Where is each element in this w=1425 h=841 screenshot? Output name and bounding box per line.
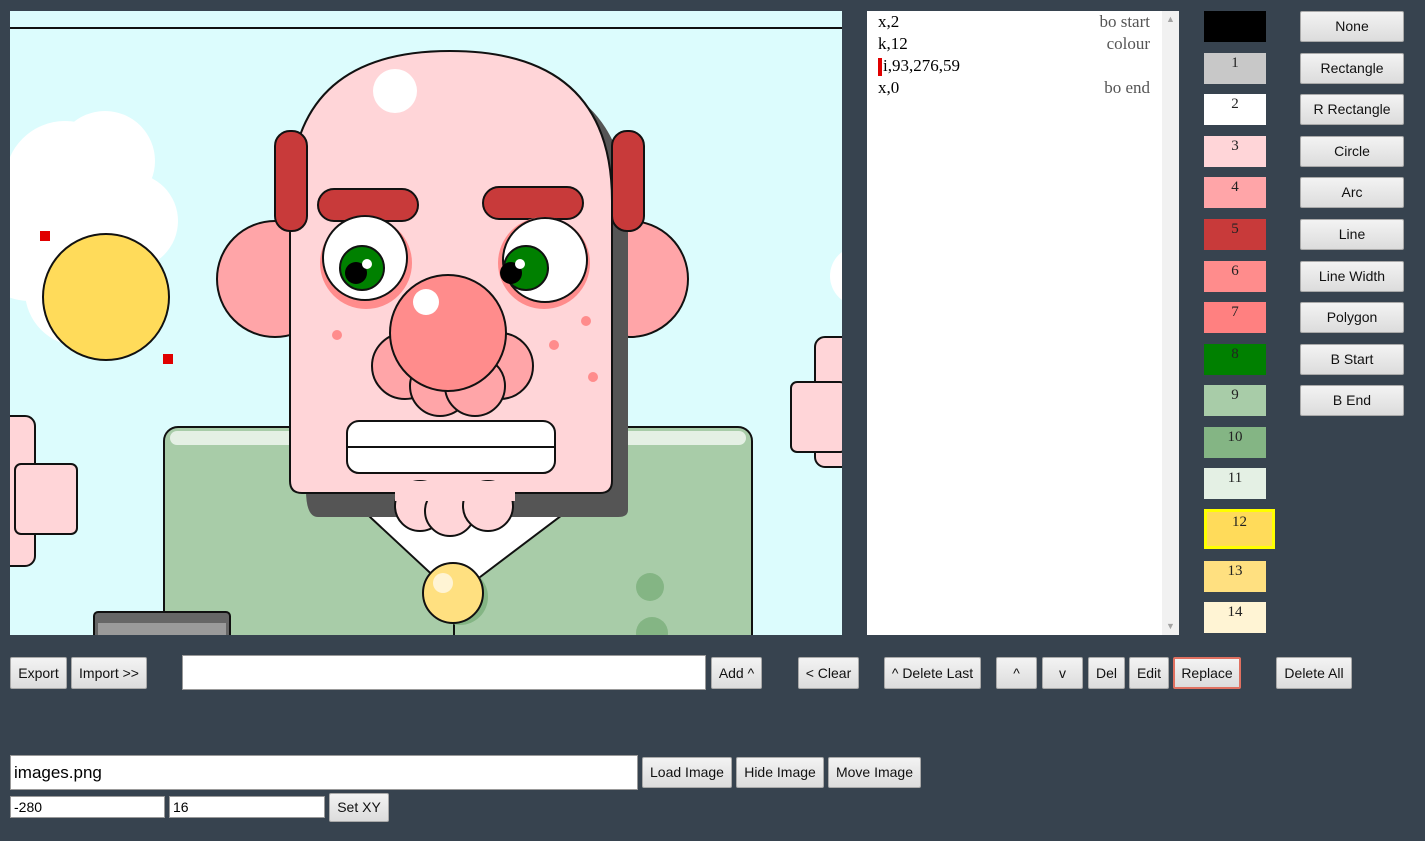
- tool-b-end-button[interactable]: B End: [1300, 385, 1404, 416]
- tool-r-rectangle-button[interactable]: R Rectangle: [1300, 94, 1404, 125]
- colour-swatch-5[interactable]: 5: [1204, 219, 1266, 250]
- del-button[interactable]: Del: [1088, 657, 1125, 689]
- command-listbox[interactable]: x,2 bo start k,12 colour i,93,276,59 x,0 bo en…: [867, 11, 1179, 635]
- delete-all-button[interactable]: Delete All: [1276, 657, 1352, 689]
- canvas-artwork: [10, 11, 842, 635]
- command-input[interactable]: [182, 655, 706, 690]
- clear-button[interactable]: < Clear: [798, 657, 859, 689]
- colour-swatch-11[interactable]: 11: [1204, 468, 1266, 499]
- tool-circle-button[interactable]: Circle: [1300, 136, 1404, 167]
- move-image-button[interactable]: Move Image: [828, 757, 921, 788]
- colour-swatch-black[interactable]: [1204, 11, 1266, 42]
- command-text: x,2: [878, 12, 900, 31]
- add-button[interactable]: Add ^: [711, 657, 762, 689]
- scroll-up-arrow-icon[interactable]: ▲: [1162, 11, 1179, 28]
- drawing-canvas[interactable]: [10, 11, 842, 635]
- colour-swatch-14[interactable]: 14: [1204, 602, 1266, 633]
- tool-polygon-button[interactable]: Polygon: [1300, 302, 1404, 333]
- command-list-row[interactable]: i,93,276,59: [867, 55, 1162, 77]
- command-list: x,2 bo start k,12 colour i,93,276,59 x,0 bo en…: [867, 11, 1162, 635]
- selection-handle-bottom-right[interactable]: [163, 354, 173, 364]
- selection-handle-top-left[interactable]: [40, 231, 50, 241]
- colour-swatch-3[interactable]: 3: [1204, 136, 1266, 167]
- export-button[interactable]: Export: [10, 657, 67, 689]
- colour-swatch-12[interactable]: 12: [1204, 509, 1275, 549]
- move-up-button[interactable]: ^: [996, 657, 1037, 689]
- colour-swatch-8[interactable]: 8: [1204, 344, 1266, 375]
- image-x-input[interactable]: [10, 796, 165, 818]
- import-button[interactable]: Import >>: [71, 657, 147, 689]
- image-y-input[interactable]: [169, 796, 325, 818]
- command-list-row[interactable]: k,12 colour: [867, 33, 1162, 55]
- colour-swatch-4[interactable]: 4: [1204, 177, 1266, 208]
- colour-swatch-7[interactable]: 7: [1204, 302, 1266, 333]
- tool-rectangle-button[interactable]: Rectangle: [1300, 53, 1404, 84]
- colour-swatch-6[interactable]: 6: [1204, 261, 1266, 292]
- tool-none-button[interactable]: None: [1300, 11, 1404, 42]
- command-text: k,12: [878, 34, 908, 53]
- command-note: bo end: [1104, 78, 1150, 97]
- command-list-row[interactable]: x,0 bo end: [867, 77, 1162, 99]
- load-image-button[interactable]: Load Image: [642, 757, 732, 788]
- selection-caret-icon: [878, 58, 882, 76]
- colour-swatch-13[interactable]: 13: [1204, 561, 1266, 592]
- tool-b-start-button[interactable]: B Start: [1300, 344, 1404, 375]
- replace-button[interactable]: Replace: [1173, 657, 1241, 689]
- colour-swatch-10[interactable]: 10: [1204, 427, 1266, 458]
- command-note: colour: [1106, 34, 1150, 53]
- hide-image-button[interactable]: Hide Image: [736, 757, 824, 788]
- command-note: bo start: [1099, 12, 1150, 31]
- colour-swatch-2[interactable]: 2: [1204, 94, 1266, 125]
- image-filename-input[interactable]: [10, 755, 638, 790]
- tool-arc-button[interactable]: Arc: [1300, 177, 1404, 208]
- selected-circle-shape[interactable]: [42, 233, 170, 361]
- move-down-button[interactable]: v: [1042, 657, 1083, 689]
- command-text: i,93,276,59: [883, 56, 960, 75]
- tool-line-width-button[interactable]: Line Width: [1300, 261, 1404, 292]
- colour-swatch-1[interactable]: 1: [1204, 53, 1266, 84]
- tool-line-button[interactable]: Line: [1300, 219, 1404, 250]
- set-xy-button[interactable]: Set XY: [329, 793, 389, 822]
- edit-button[interactable]: Edit: [1129, 657, 1169, 689]
- command-list-row[interactable]: x,2 bo start: [867, 11, 1162, 33]
- list-scrollbar[interactable]: ▲ ▼: [1162, 11, 1179, 635]
- colour-swatch-9[interactable]: 9: [1204, 385, 1266, 416]
- command-text: x,0: [878, 78, 900, 97]
- delete-last-button[interactable]: ^ Delete Last: [884, 657, 981, 689]
- scroll-down-arrow-icon[interactable]: ▼: [1162, 618, 1179, 635]
